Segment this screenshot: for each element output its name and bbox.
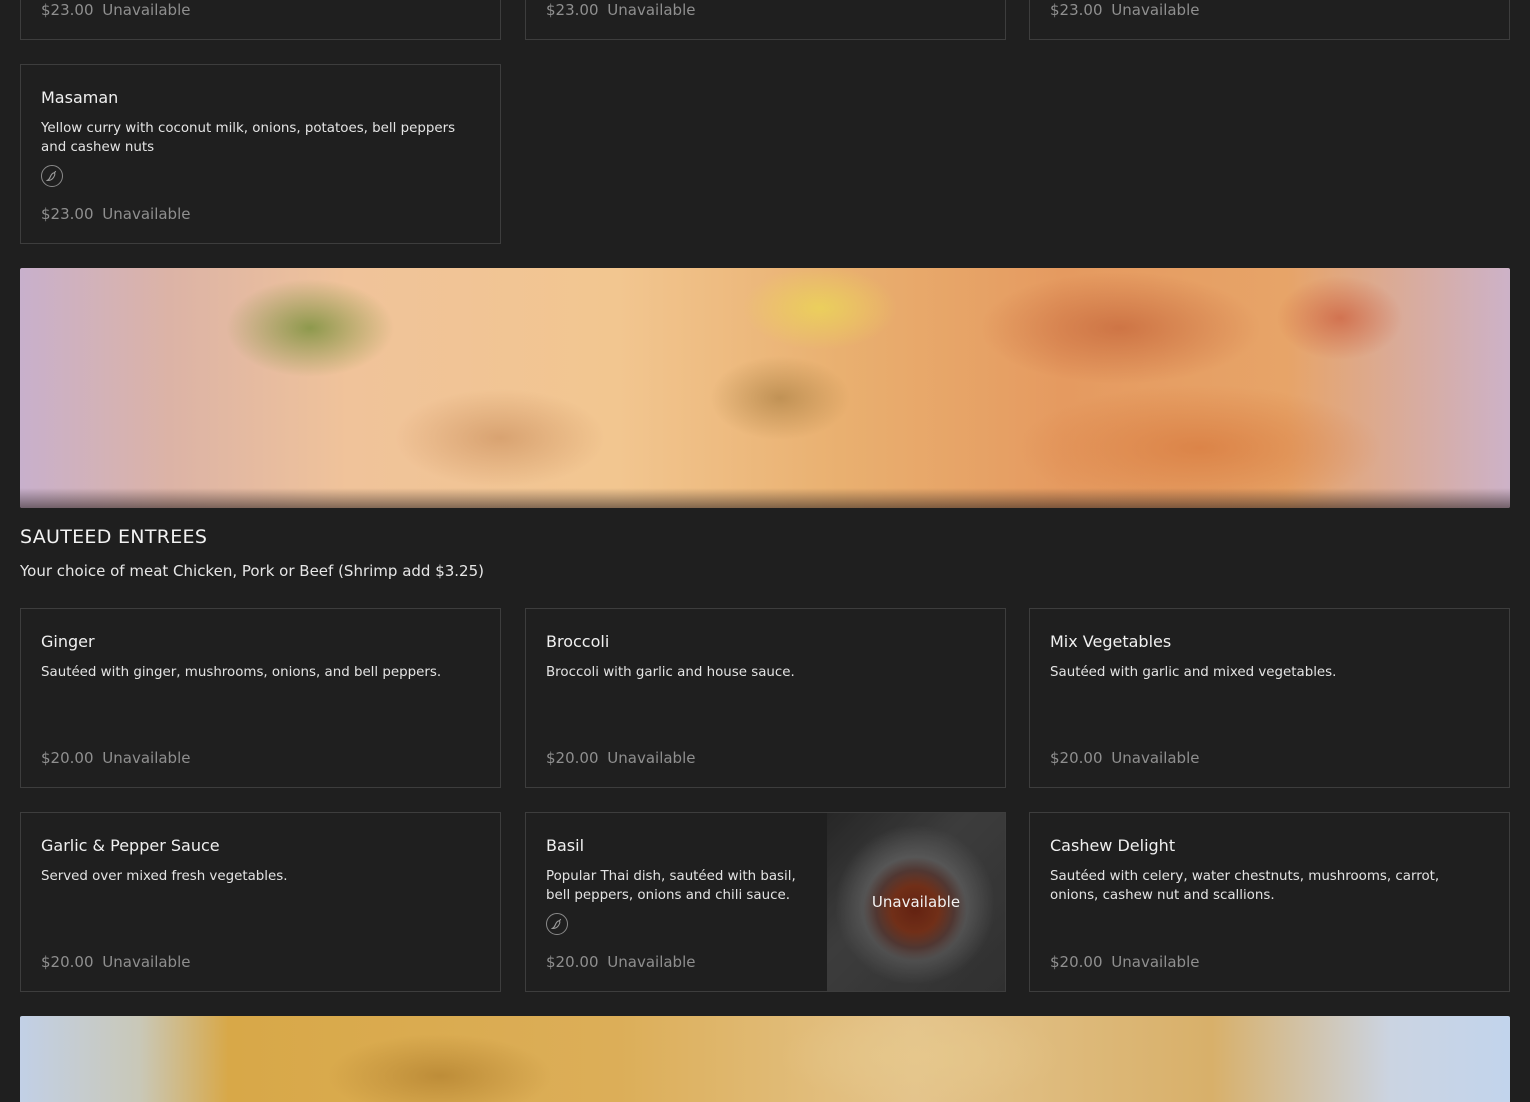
menu-item-ginger[interactable]: Ginger Sautéed with ginger, mushrooms, o… [20, 608, 501, 788]
item-description: Sautéed with celery, water chestnuts, mu… [1050, 869, 1440, 903]
menu-item-garlic-pepper-sauce[interactable]: Garlic & Pepper Sauce Served over mixed … [20, 812, 501, 992]
price-line: $23.00 Unavailable [41, 205, 190, 223]
item-description: Yellow curry with coconut milk, onions, … [41, 121, 456, 155]
chili-pepper-icon [546, 913, 568, 935]
item-status: Unavailable [1111, 749, 1200, 767]
item-name: Masaman [41, 88, 119, 107]
price-line: $20.00 Unavailable [546, 749, 695, 767]
image-unavailable-label: Unavailable [871, 893, 961, 911]
item-price: $20.00 [41, 749, 94, 767]
chili-pepper-icon [41, 165, 63, 187]
item-photo: Unavailable [827, 813, 1005, 991]
item-price: $20.00 [546, 749, 599, 767]
price-line: $23.00 Unavailable [546, 1, 695, 19]
menu-item-card[interactable]: $23.00 Unavailable [525, 0, 1006, 40]
item-description: Sautéed with ginger, mushrooms, onions, … [41, 665, 442, 680]
item-status: Unavailable [607, 749, 696, 767]
item-status: Unavailable [607, 1, 696, 19]
item-price: $23.00 [1050, 1, 1103, 19]
item-name: Garlic & Pepper Sauce [41, 836, 220, 855]
section-subtitle: Your choice of meat Chicken, Pork or Bee… [20, 562, 484, 580]
price-line: $23.00 Unavailable [1050, 1, 1199, 19]
item-description: Served over mixed fresh vegetables. [41, 869, 288, 884]
menu-item-broccoli[interactable]: Broccoli Broccoli with garlic and house … [525, 608, 1006, 788]
item-price: $23.00 [546, 1, 599, 19]
menu-item-card[interactable]: $23.00 Unavailable [20, 0, 501, 40]
item-status: Unavailable [1111, 1, 1200, 19]
item-status: Unavailable [102, 953, 191, 971]
menu-item-mix-vegetables[interactable]: Mix Vegetables Sautéed with garlic and m… [1029, 608, 1510, 788]
item-status: Unavailable [102, 205, 191, 223]
item-price: $20.00 [1050, 749, 1103, 767]
menu-item-cashew-delight[interactable]: Cashew Delight Sautéed with celery, wate… [1029, 812, 1510, 992]
section-banner-image [20, 1016, 1510, 1102]
price-line: $20.00 Unavailable [1050, 953, 1199, 971]
section-banner-image [20, 268, 1510, 508]
item-price: $23.00 [41, 205, 94, 223]
item-status: Unavailable [1111, 953, 1200, 971]
item-name: Basil [546, 836, 585, 855]
menu-page: $23.00 Unavailable $23.00 Unavailable $2… [0, 0, 1530, 1102]
item-price: $20.00 [546, 953, 599, 971]
item-description: Sautéed with garlic and mixed vegetables… [1050, 665, 1337, 680]
item-name: Mix Vegetables [1050, 632, 1172, 651]
section-title: SAUTEED ENTREES [20, 526, 208, 548]
item-status: Unavailable [102, 1, 191, 19]
price-line: $20.00 Unavailable [41, 953, 190, 971]
item-price: $20.00 [1050, 953, 1103, 971]
item-description: Popular Thai dish, sautéed with basil, b… [546, 869, 796, 903]
menu-item-masaman[interactable]: Masaman Yellow curry with coconut milk, … [20, 64, 501, 244]
price-line: $23.00 Unavailable [41, 1, 190, 19]
menu-item-basil[interactable]: Basil Popular Thai dish, sautéed with ba… [525, 812, 1006, 992]
item-price: $20.00 [41, 953, 94, 971]
item-name: Ginger [41, 632, 95, 651]
item-status: Unavailable [102, 749, 191, 767]
price-line: $20.00 Unavailable [1050, 749, 1199, 767]
item-name: Broccoli [546, 632, 610, 651]
item-price: $23.00 [41, 1, 94, 19]
item-status: Unavailable [607, 953, 696, 971]
price-line: $20.00 Unavailable [41, 749, 190, 767]
price-line: $20.00 Unavailable [546, 953, 695, 971]
item-name: Cashew Delight [1050, 836, 1176, 855]
menu-item-card[interactable]: $23.00 Unavailable [1029, 0, 1510, 40]
item-description: Broccoli with garlic and house sauce. [546, 665, 795, 680]
